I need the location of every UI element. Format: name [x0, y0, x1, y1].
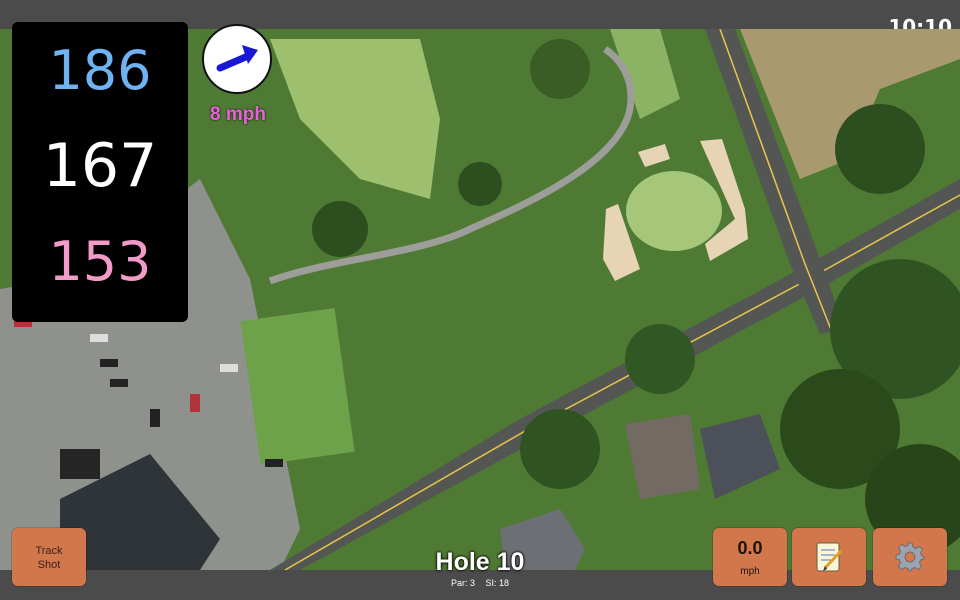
- wind-direction-indicator: [202, 24, 272, 94]
- notepad-icon: [813, 541, 845, 578]
- speed-value: 0.0: [737, 538, 763, 558]
- track-shot-button[interactable]: Track Shot: [12, 528, 86, 586]
- middle-distance: 167: [42, 131, 158, 201]
- front-distance: 153: [48, 230, 152, 293]
- hole-info: Par: 3 SI: 18: [380, 578, 580, 588]
- arrow-icon: [216, 45, 258, 72]
- hole-stroke-index: SI: 18: [485, 578, 510, 588]
- wind-speed: 8 mph: [210, 104, 266, 125]
- hole-title: Hole 10: [435, 548, 525, 576]
- back-distance: 186: [48, 39, 152, 102]
- gear-icon: [894, 541, 926, 578]
- speed-button[interactable]: 0.0 mph: [713, 528, 787, 586]
- speed-unit: mph: [740, 566, 760, 577]
- notes-button[interactable]: [792, 528, 866, 586]
- track-shot-label: Track Shot: [35, 545, 63, 571]
- hole-par: Par: 3: [450, 578, 475, 588]
- distance-panel: 186 167 153: [12, 22, 188, 322]
- settings-button[interactable]: [873, 528, 947, 586]
